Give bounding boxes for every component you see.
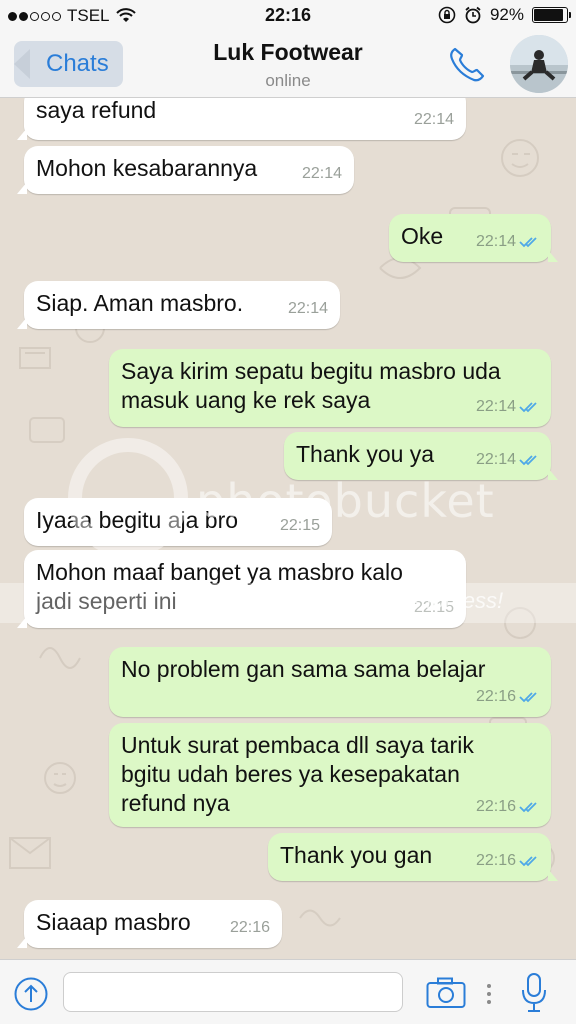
outgoing-message[interactable]: Thank you gan 22:16 bbox=[268, 833, 558, 881]
rotation-lock-icon bbox=[438, 6, 456, 24]
message-timestamp: 22:15 bbox=[414, 593, 454, 622]
read-receipt-icon bbox=[519, 691, 537, 702]
camera-icon[interactable] bbox=[426, 977, 466, 1009]
message-text: Thank you ya bbox=[296, 440, 434, 469]
read-receipt-icon bbox=[519, 855, 537, 866]
message-text: Oke bbox=[401, 222, 443, 251]
incoming-message[interactable]: Siaaap masbro 22:16 bbox=[17, 900, 282, 948]
outgoing-message[interactable]: Oke 22:14 bbox=[389, 214, 558, 262]
bubble-tail bbox=[17, 616, 27, 628]
timestamp-text: 22:16 bbox=[229, 919, 270, 936]
message-timestamp: 22:15 bbox=[280, 511, 320, 540]
bubble-tail bbox=[17, 128, 27, 140]
message-timestamp: 22:16 bbox=[230, 913, 270, 942]
incoming-message[interactable]: Mohon kesabarannya 22:14 bbox=[17, 146, 354, 194]
message-text: Siaaap masbro bbox=[36, 908, 191, 937]
message-text: Untuk surat pembaca dll saya tarik bgitu … bbox=[121, 731, 474, 818]
message-timestamp: 22:14 bbox=[414, 105, 454, 134]
message-line: Siap. Aman masbro. bbox=[36, 290, 244, 316]
read-receipt-icon bbox=[519, 236, 537, 247]
message-timestamp: 22:14 bbox=[476, 392, 539, 421]
microphone-icon[interactable] bbox=[520, 972, 548, 1014]
bubble-tail bbox=[548, 250, 558, 262]
message-line: bgitu udah beres ya kesepakatan bbox=[121, 761, 460, 787]
message-text: Iyaaa begitu aja bro bbox=[36, 506, 238, 535]
message-line: Siaaap masbro bbox=[36, 909, 191, 935]
message-text: Thank you gan bbox=[280, 841, 432, 870]
composer-bar bbox=[0, 959, 576, 1024]
contact-name[interactable]: Luk Footwear bbox=[0, 39, 576, 66]
bubble-tail bbox=[548, 468, 558, 480]
timestamp-text: 22:16 bbox=[475, 798, 516, 815]
incoming-message[interactable]: Mohon maaf banget ya masbro kalo jadi sep… bbox=[17, 550, 466, 628]
timestamp-text: 22:16 bbox=[475, 852, 516, 869]
message-timestamp: 22:14 bbox=[476, 227, 539, 256]
message-line: saya refund bbox=[36, 98, 157, 123]
message-line: Mohon kesabarannya bbox=[36, 155, 258, 181]
timestamp-text: 22:14 bbox=[287, 300, 328, 317]
message-line: jadi seperti ini bbox=[36, 588, 177, 614]
timestamp-text: 22:14 bbox=[475, 451, 516, 468]
message-timestamp: 22:14 bbox=[302, 159, 342, 188]
avatar[interactable] bbox=[510, 35, 568, 93]
upload-icon[interactable] bbox=[14, 977, 48, 1011]
message-text: Siap. Aman masbro. bbox=[36, 289, 243, 318]
read-receipt-icon bbox=[519, 454, 537, 465]
contact-status: online bbox=[265, 71, 311, 90]
incoming-message[interactable]: Siap. Aman masbro. 22:14 bbox=[17, 281, 340, 329]
message-line: Thank you gan bbox=[280, 842, 433, 868]
avatar-photo bbox=[510, 35, 568, 93]
battery-icon bbox=[532, 7, 571, 23]
timestamp-text: 22:15 bbox=[413, 599, 454, 616]
message-timestamp: 22:14 bbox=[476, 445, 539, 474]
status-right: 92% bbox=[438, 5, 571, 25]
status-bar: TSEL 22:16 92% bbox=[0, 0, 576, 30]
phone-icon[interactable] bbox=[446, 44, 488, 84]
read-receipt-icon bbox=[519, 401, 537, 412]
message-text: Mohon maaf banget ya masbro kalo jadi sep… bbox=[36, 558, 403, 616]
incoming-message[interactable]: saya refund 22:14 bbox=[17, 98, 466, 140]
bubble-tail bbox=[17, 317, 27, 329]
message-line: Oke bbox=[401, 223, 444, 249]
message-line: No problem gan sama sama belajar bbox=[121, 656, 486, 682]
message-line: Saya kirim sepatu begitu masbro uda bbox=[121, 358, 501, 384]
message-line: Iyaaa begitu aja bro bbox=[36, 507, 239, 533]
timestamp-text: 22:14 bbox=[475, 233, 516, 250]
message-line: Mohon maaf banget ya masbro kalo bbox=[36, 559, 403, 585]
timestamp-text: 22:16 bbox=[475, 688, 516, 705]
bubble-tail bbox=[548, 869, 558, 881]
more-icon[interactable] bbox=[486, 982, 492, 1006]
message-line: masuk uang ke rek saya bbox=[121, 387, 371, 413]
bubble-tail bbox=[17, 936, 27, 948]
message-text: Saya kirim sepatu begitu masbro uda masuk… bbox=[121, 357, 501, 415]
timestamp-text: 22:14 bbox=[413, 111, 454, 128]
message-input[interactable] bbox=[63, 972, 403, 1012]
timestamp-text: 22:14 bbox=[301, 165, 342, 182]
read-receipt-icon bbox=[519, 801, 537, 812]
chat-header: Chats Luk Footwear online bbox=[0, 30, 576, 98]
outgoing-message[interactable]: Thank you ya 22:14 bbox=[284, 432, 558, 480]
message-list[interactable]: saya refund 22:14 Mohon kesabarannya 22:14 O… bbox=[0, 98, 576, 959]
message-line: refund nya bbox=[121, 790, 230, 816]
incoming-message[interactable]: Iyaaa begitu aja bro 22:15 bbox=[24, 498, 332, 546]
message-timestamp: 22:16 bbox=[476, 792, 539, 821]
battery-percent: 92% bbox=[489, 5, 524, 24]
bubble-tail bbox=[17, 182, 27, 194]
message-text: No problem gan sama sama belajar bbox=[121, 655, 485, 684]
outgoing-message[interactable]: Untuk surat pembaca dll saya tarik bgitu … bbox=[109, 723, 551, 827]
message-text: Mohon kesabarannya bbox=[36, 154, 257, 183]
message-timestamp: 22:14 bbox=[288, 294, 328, 323]
message-timestamp: 22:16 bbox=[476, 682, 539, 711]
message-line: Untuk surat pembaca dll saya tarik bbox=[121, 732, 474, 758]
message-line: Thank you ya bbox=[296, 441, 435, 467]
timestamp-text: 22:15 bbox=[279, 517, 320, 534]
alarm-icon bbox=[465, 6, 481, 24]
outgoing-message[interactable]: Saya kirim sepatu begitu masbro uda masuk… bbox=[109, 349, 551, 427]
outgoing-message[interactable]: No problem gan sama sama belajar 22:16 bbox=[109, 647, 551, 717]
timestamp-text: 22:14 bbox=[475, 398, 516, 415]
message-text: saya refund bbox=[36, 98, 156, 125]
message-timestamp: 22:16 bbox=[476, 846, 539, 875]
